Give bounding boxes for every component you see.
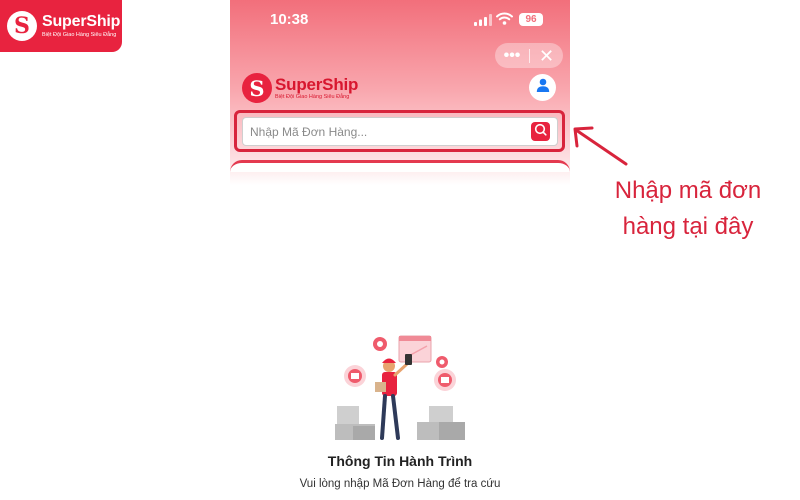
status-bar: 10:38 96 [230, 0, 570, 40]
close-button[interactable]: ✕ [530, 46, 563, 66]
order-code-input[interactable] [243, 118, 523, 145]
corner-brand-logo: S SuperShip Biệt Đội Giao Hàng Siêu Đẳng [0, 0, 122, 52]
callout-text: Nhập mã đơn hàng tại đây [614, 177, 762, 240]
miniapp-capsule: ••• ✕ [495, 43, 563, 68]
app-logo: S SuperShip Biệt Đội Giao Hàng Siêu Đẳng [242, 73, 358, 103]
pointer-arrow-icon [568, 122, 634, 175]
empty-state-subtitle: Vui lòng nhập Mã Đơn Hàng để tra cứu [299, 478, 501, 490]
wifi-icon [496, 12, 513, 30]
signal-icon [474, 13, 492, 31]
brand-tagline: Biệt Đội Giao Hàng Siêu Đẳng [42, 31, 117, 38]
delivery-person-illustration [333, 330, 468, 447]
brand-name: SuperShip [42, 12, 121, 30]
more-options-button[interactable]: ••• [495, 46, 529, 66]
status-time: 10:38 [270, 11, 309, 28]
search-box [242, 117, 558, 146]
search-button[interactable] [531, 122, 550, 141]
brand-mark-icon: S [7, 11, 37, 41]
app-brand-mark-icon: S [242, 73, 272, 103]
empty-state-title: Thông Tin Hành Trình [327, 453, 473, 469]
app-brand-tagline: Biệt Đội Giao Hàng Siêu Đẳng [275, 93, 350, 100]
user-avatar-button[interactable] [529, 74, 556, 101]
search-icon [534, 123, 547, 141]
battery-icon: 96 [519, 13, 543, 26]
content-card [230, 160, 570, 172]
app-brand-name: SuperShip [275, 74, 359, 94]
user-icon [535, 77, 551, 98]
